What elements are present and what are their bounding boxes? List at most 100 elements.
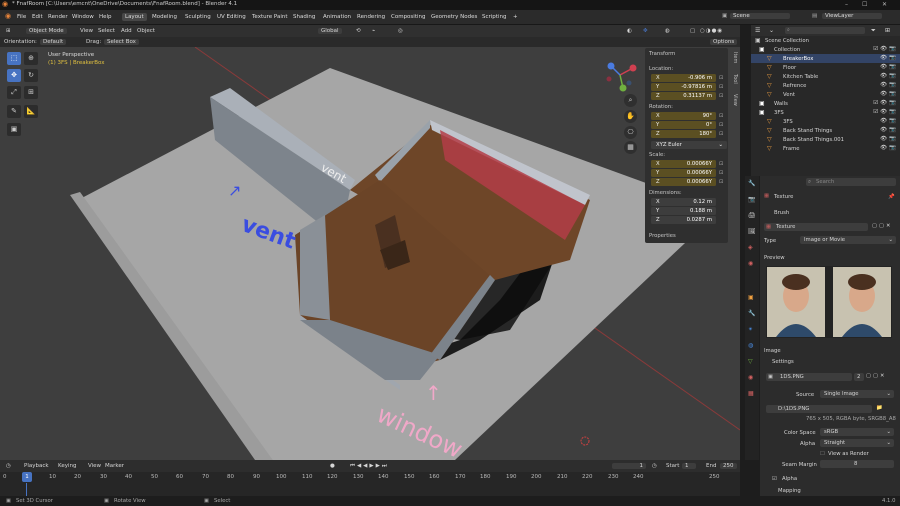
view-as-render-checkbox[interactable]: ☐ bbox=[820, 451, 825, 457]
users-count[interactable]: 2 bbox=[854, 373, 864, 381]
rotation-x-field[interactable]: X 90° bbox=[651, 112, 716, 120]
material-tab-icon[interactable]: ◉ bbox=[748, 374, 753, 381]
texture-tab-icon[interactable]: ▦ bbox=[748, 390, 754, 397]
modifier-tab-icon[interactable]: 🔧 bbox=[748, 310, 755, 317]
tab-shading[interactable]: Shading bbox=[290, 13, 318, 21]
zoom-icon[interactable]: ⌕ bbox=[624, 94, 637, 107]
scale-z-field[interactable]: Z 0.00066Y bbox=[651, 178, 716, 186]
outliner-search[interactable]: ⌕ bbox=[785, 27, 865, 34]
scale-x-field[interactable]: X 0.00066Y bbox=[651, 160, 716, 168]
outliner-row[interactable]: ▽ Refrence 👁📷 bbox=[751, 81, 900, 90]
move-tool-icon[interactable]: ✥ bbox=[7, 69, 21, 82]
options-menu[interactable]: Options bbox=[710, 39, 738, 45]
display-mode-icon[interactable]: ⌄ bbox=[769, 27, 774, 34]
minimize-button[interactable]: – bbox=[845, 1, 848, 8]
menu-select[interactable]: Select bbox=[98, 28, 115, 34]
menu-add[interactable]: Add bbox=[121, 28, 132, 34]
menu-view[interactable]: View bbox=[80, 28, 93, 34]
lock-icon[interactable]: ⊡ bbox=[719, 84, 723, 90]
orientation-selector[interactable]: Default bbox=[40, 39, 67, 45]
end-frame-field[interactable]: 250 bbox=[720, 463, 737, 469]
pan-hand-icon[interactable]: ✋ bbox=[624, 110, 637, 123]
tab-animation[interactable]: Animation bbox=[320, 13, 354, 21]
lock-icon[interactable]: ⊡ bbox=[719, 161, 723, 167]
tab-sculpting[interactable]: Sculpting bbox=[182, 13, 214, 21]
maximize-button[interactable]: ☐ bbox=[862, 1, 867, 8]
xray-icon[interactable]: ▢ bbox=[690, 28, 695, 34]
menu-window[interactable]: Window bbox=[72, 14, 94, 20]
clock-icon[interactable]: ◷ bbox=[652, 463, 657, 469]
properties-search[interactable]: ⌕ Search bbox=[806, 178, 896, 186]
outliner-row[interactable]: ▽ Back Stand Things.001 👁📷 bbox=[751, 135, 900, 144]
outliner-row[interactable]: ▽ Back Stand Things 👁📷 bbox=[751, 126, 900, 135]
lock-icon[interactable]: ⊡ bbox=[719, 75, 723, 81]
output-tab-icon[interactable]: 🖨 bbox=[748, 212, 756, 219]
transform-tool-icon[interactable]: ⊞ bbox=[24, 86, 38, 99]
dimensions-y-field[interactable]: Y 0.188 m bbox=[651, 207, 716, 215]
tab-uv-editing[interactable]: UV Editing bbox=[214, 13, 249, 21]
object-tab-icon[interactable]: ▣ bbox=[748, 294, 754, 301]
outliner-row[interactable]: ▽ 3FS 👁📷 bbox=[751, 117, 900, 126]
color-space-selector[interactable]: sRGB ⌄ bbox=[820, 428, 894, 436]
timeline-ruler[interactable]: 0 1 10 20 30 40 50 60 70 80 90 100 110 1… bbox=[0, 472, 740, 483]
location-z-field[interactable]: Z 0.31137 m bbox=[651, 92, 716, 100]
tab-modeling[interactable]: Modeling bbox=[149, 13, 180, 21]
scale-y-field[interactable]: Y 0.00066Y bbox=[651, 169, 716, 177]
start-frame-field[interactable]: 1 bbox=[682, 463, 696, 469]
properties-panel-title[interactable]: Properties bbox=[649, 233, 676, 239]
scene-tab-icon[interactable]: ◈ bbox=[748, 244, 753, 251]
seam-margin-field[interactable]: 8 bbox=[820, 460, 894, 468]
snap-icon[interactable]: ⌁ bbox=[372, 28, 375, 34]
lock-icon[interactable]: ⊡ bbox=[719, 122, 723, 128]
menu-help[interactable]: Help bbox=[99, 14, 112, 20]
menu-view[interactable]: View bbox=[88, 463, 101, 469]
lock-icon[interactable]: ⊡ bbox=[719, 179, 723, 185]
type-selector[interactable]: Image or Movie ⌄ bbox=[800, 236, 896, 244]
alpha-section-checkbox[interactable]: ☑ bbox=[772, 476, 777, 482]
outliner-editor-icon[interactable]: ☰ bbox=[755, 27, 760, 34]
overlay-icon[interactable]: ◍ bbox=[665, 28, 670, 34]
editor-type-icon[interactable]: ⊞ bbox=[6, 28, 11, 34]
location-x-field[interactable]: X -0.906 m bbox=[651, 74, 716, 82]
menu-edit[interactable]: Edit bbox=[32, 14, 43, 20]
menu-file[interactable]: File bbox=[17, 14, 26, 20]
lock-icon[interactable]: ⊡ bbox=[719, 93, 723, 99]
current-frame-field[interactable]: 1 bbox=[612, 463, 646, 469]
lock-icon[interactable]: ⊡ bbox=[719, 113, 723, 119]
cursor-tool-icon[interactable]: ⊕ bbox=[24, 52, 38, 65]
tab-layout[interactable]: Layout bbox=[122, 13, 147, 21]
measure-tool-icon[interactable]: 📐 bbox=[24, 105, 38, 118]
view-layer-selector[interactable]: ViewLayer bbox=[822, 13, 882, 19]
tool-tab-icon[interactable]: 🔧 bbox=[748, 180, 755, 187]
tab-texture-paint[interactable]: Texture Paint bbox=[249, 13, 291, 21]
outliner-row[interactable]: ▽ Vent 👁📷 bbox=[751, 90, 900, 99]
outliner-row[interactable]: ▽ Kitchen Table 👁📷 bbox=[751, 72, 900, 81]
gizmo-icon[interactable]: ✥ bbox=[643, 28, 648, 34]
outliner-row[interactable]: ▣ 3FS ☑👁📷 bbox=[751, 108, 900, 117]
scene-selector[interactable]: Scene bbox=[730, 13, 790, 19]
shading-mode-icons[interactable]: ○◑●◉ bbox=[700, 28, 723, 34]
visibility-icon[interactable]: ◐ bbox=[627, 28, 632, 34]
new-collection-icon[interactable]: ⊞ bbox=[885, 27, 890, 34]
rotation-mode-selector[interactable]: XYZ Euler ⌄ bbox=[651, 141, 727, 149]
tab-view[interactable]: View bbox=[732, 94, 738, 106]
particles-tab-icon[interactable]: ✴ bbox=[748, 326, 753, 333]
transform-orientation-selector[interactable]: Global bbox=[318, 27, 342, 34]
view-layer-tab-icon[interactable]: 🖼 bbox=[748, 228, 756, 235]
annotate-tool-icon[interactable]: ✎ bbox=[7, 105, 21, 118]
add-workspace-button[interactable]: + bbox=[510, 13, 521, 21]
playback-controls[interactable]: ⏮◀◀▶▶⏭ bbox=[350, 463, 389, 470]
mapping-section[interactable]: Mapping bbox=[778, 488, 801, 494]
lock-icon[interactable]: ⊡ bbox=[719, 170, 723, 176]
rotation-y-field[interactable]: Y 0° bbox=[651, 121, 716, 129]
add-cube-tool-icon[interactable]: ▣ bbox=[7, 123, 21, 136]
scale-tool-icon[interactable]: ⤢ bbox=[7, 86, 21, 99]
texture-actions[interactable]: ▢▢✕ bbox=[872, 223, 892, 229]
rotate-tool-icon[interactable]: ↻ bbox=[24, 69, 38, 82]
world-tab-icon[interactable]: ◉ bbox=[748, 260, 753, 267]
timeline-editor-icon[interactable]: ◷ bbox=[6, 463, 11, 469]
blender-menu-icon[interactable]: ◉ bbox=[5, 12, 11, 20]
image-section[interactable]: Image bbox=[764, 348, 781, 354]
rotation-z-field[interactable]: Z 180° bbox=[651, 130, 716, 138]
close-button[interactable]: ✕ bbox=[882, 1, 887, 8]
